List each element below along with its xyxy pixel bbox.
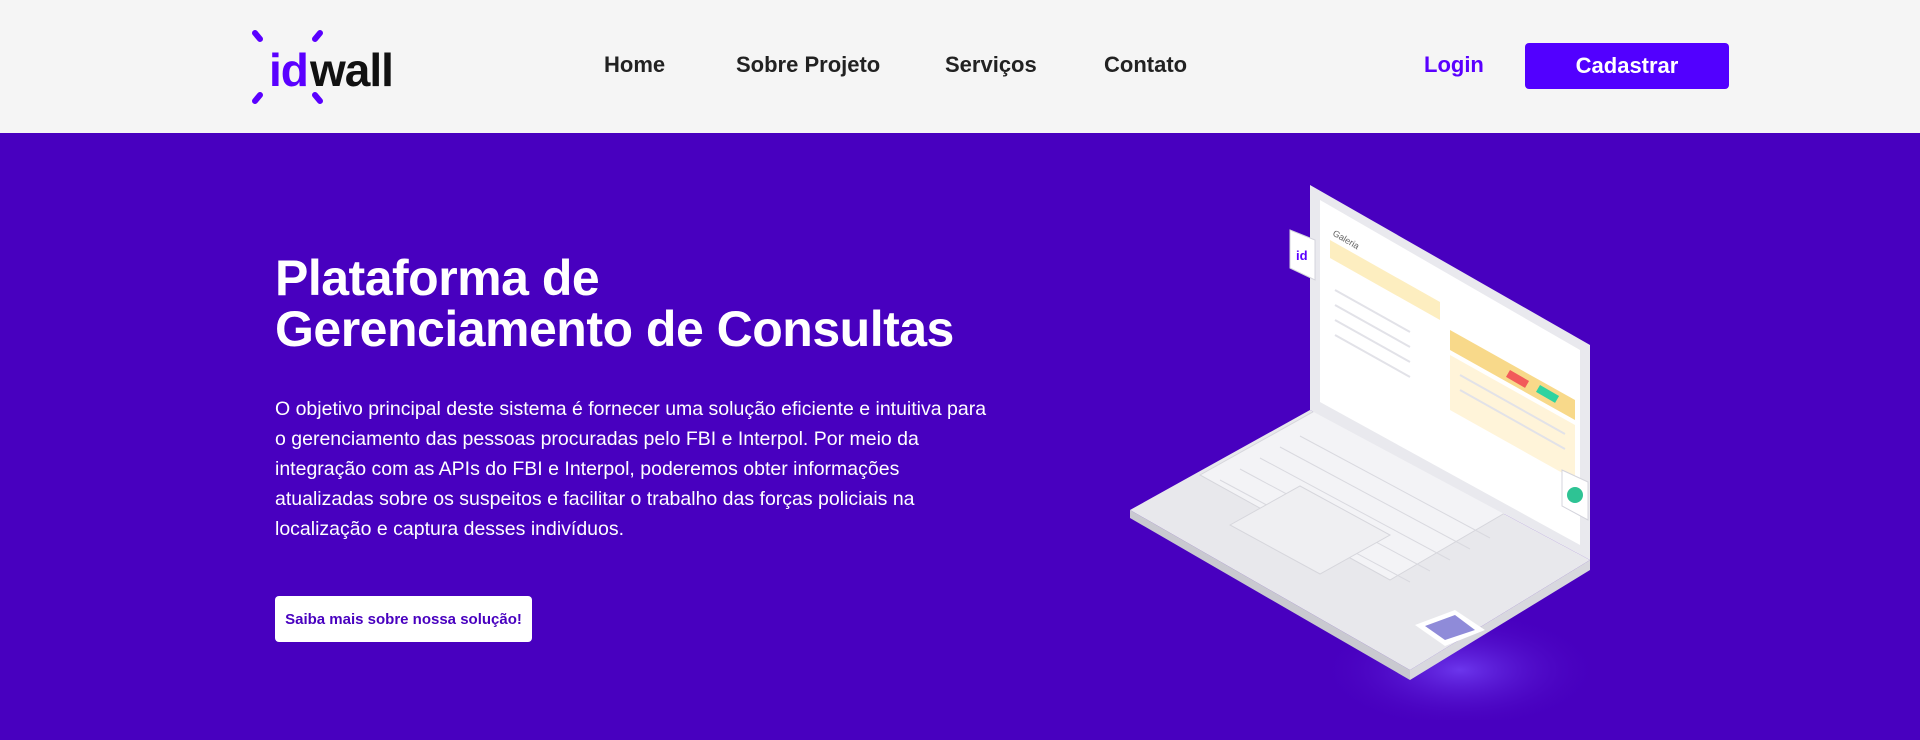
learn-more-button[interactable]: Saiba mais sobre nossa solução! xyxy=(275,596,532,642)
hero-description: O objetivo principal deste sistema é for… xyxy=(275,398,987,540)
nav-sobre-projeto-link[interactable]: Sobre Projeto xyxy=(736,52,880,78)
login-link[interactable]: Login xyxy=(1424,52,1484,78)
nav-contato-link[interactable]: Contato xyxy=(1104,52,1187,78)
laptop-illustration: Galeria id xyxy=(1130,185,1600,720)
idwall-logo[interactable]: id wall xyxy=(252,30,394,104)
signup-button[interactable]: Cadastrar xyxy=(1525,43,1729,89)
nav-home-link[interactable]: Home xyxy=(604,52,665,78)
hero-title: Plataforma de Gerenciamento de Consultas xyxy=(275,253,1035,355)
site-header: id wall Home Sobre Projeto Serviços Cont… xyxy=(0,0,1920,133)
logo-id-text: id xyxy=(269,44,309,96)
nav-servicos-link[interactable]: Serviços xyxy=(945,52,1037,78)
hero-title-line1: Plataforma de xyxy=(275,250,600,306)
id-badge-text: id xyxy=(1296,248,1308,263)
logo-wall-text: wall xyxy=(310,44,394,96)
hero-title-line2: Gerenciamento de Consultas xyxy=(275,301,954,357)
